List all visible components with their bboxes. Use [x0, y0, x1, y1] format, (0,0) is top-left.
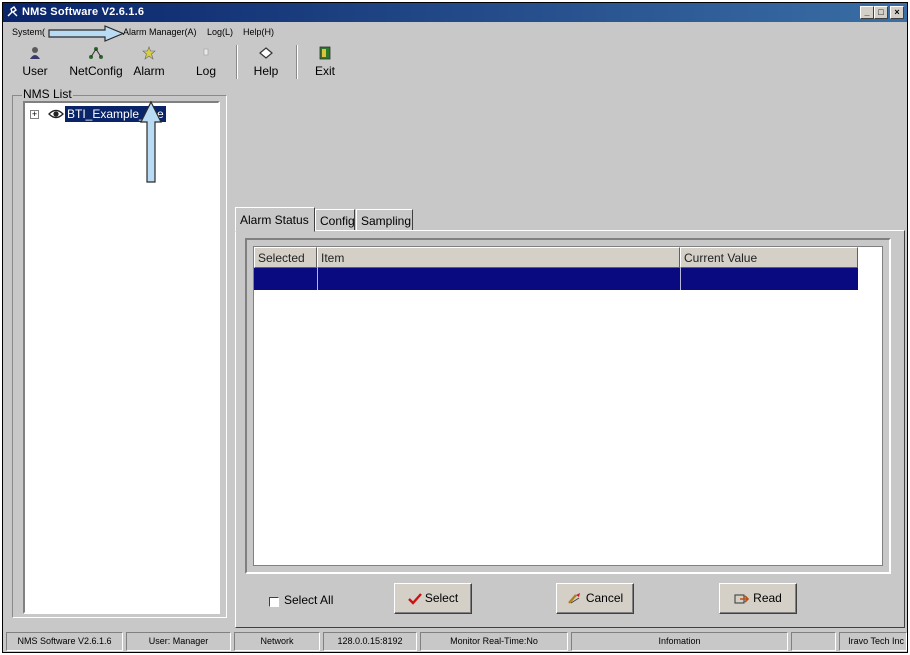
maximize-button[interactable]: □ [874, 6, 888, 19]
tab-sampling-label: Sampling [361, 214, 412, 228]
toolbar-separator [236, 45, 238, 79]
user-icon [30, 47, 40, 59]
log-button-label: Log [195, 64, 217, 78]
column-header-current-value[interactable]: Current Value [680, 247, 858, 268]
alarm-grid-frame: Selected Item Current Value [245, 238, 891, 574]
menu-alarm-manager[interactable]: Alarm Manager(A) [123, 27, 197, 37]
status-monitor: Monitor Real-Time:No [420, 632, 568, 651]
alarm-button[interactable]: Alarm [130, 44, 168, 82]
read-icon [734, 594, 750, 604]
status-user: User: Manager [126, 632, 231, 651]
user-button-label: User [22, 64, 48, 78]
cancel-button-label: Cancel [585, 591, 624, 605]
close-button[interactable]: × [890, 6, 904, 19]
select-all-label[interactable]: Select All [284, 593, 333, 607]
column-header-selected[interactable]: Selected [254, 247, 317, 268]
status-vendor: Iravo Tech Inc [839, 632, 907, 651]
alarm-grid[interactable]: Selected Item Current Value [253, 246, 883, 566]
column-header-item[interactable]: Item [317, 247, 680, 268]
menu-help[interactable]: Help(H) [243, 27, 274, 37]
help-icon [259, 47, 273, 59]
select-all-checkbox[interactable] [269, 597, 279, 607]
log-icon [203, 48, 209, 56]
checkmark-icon [407, 593, 422, 605]
tab-config[interactable]: Config [315, 209, 355, 231]
read-button-label: Read [753, 591, 782, 605]
nms-tree[interactable]: + BTI_Example_S e [23, 101, 220, 614]
column-header-selected-label: Selected [258, 251, 305, 265]
tree-expand-icon[interactable]: + [30, 110, 39, 119]
exit-icon [319, 46, 331, 60]
nms-list-legend: NMS List [22, 87, 73, 101]
netconfig-button-label: NetConfig [69, 64, 123, 78]
status-address: 128.0.0.15:8192 [323, 632, 417, 651]
app-icon [7, 6, 18, 17]
tab-alarm-status-label: Alarm Status [240, 213, 309, 227]
user-button[interactable]: User [20, 44, 50, 82]
minimize-icon: _ [864, 7, 870, 17]
exit-button-label: Exit [314, 64, 335, 78]
site-eye-icon [48, 109, 64, 119]
table-row[interactable] [254, 268, 858, 290]
window-title: NMS Software V2.6.1.6 [22, 6, 145, 18]
column-header-item-label: Item [321, 251, 345, 265]
alarm-button-label: Alarm [133, 64, 165, 78]
nms-list-group: NMS List + BTI_Example_S e [12, 87, 227, 618]
column-header-current-value-label: Current Value [684, 251, 758, 265]
maximize-icon: □ [878, 7, 884, 17]
alarm-icon [142, 46, 156, 60]
select-button-label: Select [424, 591, 459, 605]
main-window: NMS Software V2.6.1.6 _ □ × System( Alar… [2, 2, 908, 653]
read-button[interactable]: Read [719, 583, 797, 614]
status-app-version: NMS Software V2.6.1.6 [6, 632, 123, 651]
status-bar: NMS Software V2.6.1.6 User: Manager Netw… [3, 631, 907, 652]
menu-system[interactable]: System( [12, 27, 45, 37]
help-button[interactable]: Help [251, 44, 281, 82]
title-bar[interactable]: NMS Software V2.6.1.6 _ □ × [3, 3, 907, 22]
help-button-label: Help [253, 64, 279, 78]
log-button[interactable]: Log [192, 44, 220, 82]
toolbar-separator [296, 45, 298, 79]
cell-divider [680, 268, 681, 290]
alarm-status-panel: Selected Item Current Value Select All S… [235, 230, 905, 628]
status-empty [791, 632, 836, 651]
cancel-button[interactable]: Cancel [556, 583, 634, 614]
tab-sampling[interactable]: Sampling [356, 209, 413, 231]
cell-divider [317, 268, 318, 290]
tree-item-site[interactable]: BTI_Example_S e [65, 106, 166, 122]
select-button[interactable]: Select [394, 583, 472, 614]
tab-alarm-status[interactable]: Alarm Status [235, 207, 315, 232]
status-network: Network [234, 632, 320, 651]
cancel-icon [567, 593, 580, 605]
minimize-button[interactable]: _ [860, 6, 874, 19]
status-information: Infomation [571, 632, 788, 651]
close-icon: × [894, 7, 900, 17]
menu-bar: System( Alarm Manager(A) Log(L) Help(H) [3, 23, 907, 40]
toolbar: User NetConfig Alarm Log Help Exit [3, 41, 907, 87]
menu-log[interactable]: Log(L) [207, 27, 233, 37]
exit-button[interactable]: Exit [311, 44, 339, 82]
network-icon [89, 47, 103, 59]
netconfig-button[interactable]: NetConfig [68, 44, 124, 82]
tab-config-label: Config [320, 214, 355, 228]
